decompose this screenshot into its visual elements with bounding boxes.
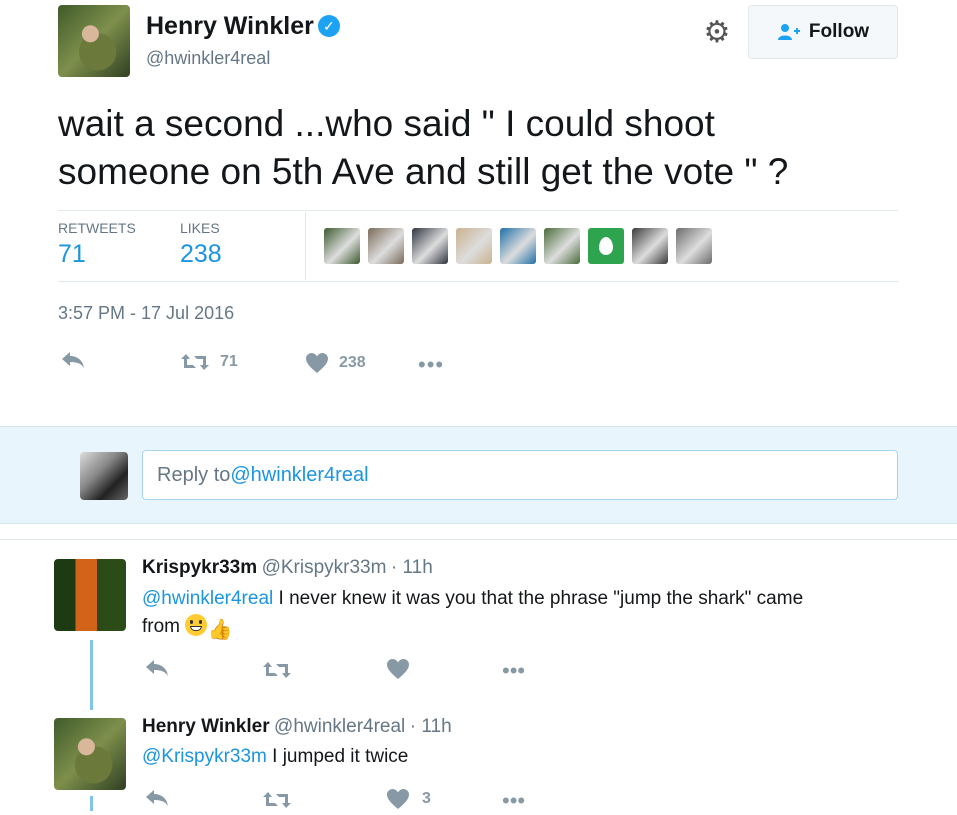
more-options-icon[interactable]: ••• xyxy=(418,352,444,378)
reply-icon[interactable] xyxy=(144,788,170,814)
reply-mention[interactable]: @hwinkler4real xyxy=(142,588,273,609)
thread-line xyxy=(90,796,93,811)
liker-avatar[interactable] xyxy=(588,228,624,264)
reply-text-line1: I never knew it was you that the phrase … xyxy=(273,588,804,609)
reply-time[interactable]: · 11h xyxy=(391,557,433,578)
reply-author-name[interactable]: Henry Winkler xyxy=(142,716,270,737)
reply-text-line2: from xyxy=(142,616,186,637)
reply-icon[interactable] xyxy=(144,658,170,684)
divider xyxy=(58,210,898,211)
liker-avatar[interactable] xyxy=(632,228,668,264)
tweet-text-line1: wait a second ...who said " I could shoo… xyxy=(58,103,715,144)
retweets-count[interactable]: 71 xyxy=(58,240,136,269)
like-count: 238 xyxy=(339,354,366,371)
thumbs-up-emoji-icon: 👍 xyxy=(207,619,233,641)
liker-avatars xyxy=(324,228,712,264)
reply-text: @hwinkler4real I never knew it was you t… xyxy=(142,585,902,641)
add-user-icon xyxy=(777,24,800,40)
reply-mention[interactable]: @Krispykr33m xyxy=(142,746,267,767)
like-count: 3 xyxy=(422,790,431,807)
heart-icon xyxy=(306,353,328,373)
retweet-count: 71 xyxy=(220,353,238,370)
reply-header: Henry Winkler @hwinkler4real · 11h xyxy=(142,716,452,738)
more-options-icon[interactable]: ••• xyxy=(502,788,525,814)
liker-avatar[interactable] xyxy=(456,228,492,264)
reply-time[interactable]: · 11h xyxy=(410,716,452,737)
retweets-label: RETWEETS xyxy=(58,220,136,236)
heart-icon xyxy=(387,659,409,679)
thread-line xyxy=(90,640,93,710)
reply-author-handle[interactable]: @hwinkler4real xyxy=(274,716,405,737)
divider xyxy=(0,539,957,540)
gear-icon[interactable]: ⚙ xyxy=(702,18,732,48)
reply-header: Krispykr33m @Krispykr33m · 11h xyxy=(142,557,433,579)
reply-mention: @hwinkler4real xyxy=(230,463,369,486)
reply-avatar-krispykr33m[interactable] xyxy=(54,559,126,631)
liker-avatar[interactable] xyxy=(324,228,360,264)
reply-author-handle[interactable]: @Krispykr33m xyxy=(262,557,387,578)
current-user-avatar[interactable] xyxy=(80,452,128,500)
egg-icon xyxy=(599,237,613,255)
tweet-text: wait a second ...who said " I could shoo… xyxy=(58,100,788,196)
like-button[interactable]: 238 xyxy=(305,352,366,374)
grinning-emoji-icon xyxy=(185,614,208,636)
tweet-timestamp[interactable]: 3:57 PM - 17 Jul 2016 xyxy=(58,303,234,324)
divider xyxy=(58,281,898,282)
liker-avatar[interactable] xyxy=(544,228,580,264)
reply-avatar-henry-winkler[interactable] xyxy=(54,718,126,790)
retweets-stat[interactable]: RETWEETS 71 xyxy=(58,220,136,269)
author-handle[interactable]: @hwinkler4real xyxy=(146,48,270,69)
reply-prefix: Reply to xyxy=(157,463,231,486)
stats-divider xyxy=(305,212,306,280)
reply-icon[interactable] xyxy=(60,350,86,376)
liker-avatar[interactable] xyxy=(500,228,536,264)
retweet-icon xyxy=(181,354,209,370)
author-name[interactable]: Henry Winkler xyxy=(146,12,314,40)
more-options-icon[interactable]: ••• xyxy=(502,658,525,684)
liker-avatar[interactable] xyxy=(676,228,712,264)
likes-label: LIKES xyxy=(180,220,220,236)
follow-button[interactable]: Follow xyxy=(748,5,898,59)
follow-label: Follow xyxy=(808,21,870,42)
likes-count[interactable]: 238 xyxy=(180,240,222,269)
like-button[interactable]: 3 xyxy=(386,788,431,810)
retweet-button[interactable] xyxy=(262,660,292,685)
tweet-text-line2: someone on 5th Ave and still get the vot… xyxy=(58,151,789,192)
retweet-button[interactable]: 71 xyxy=(180,352,238,372)
liker-avatar[interactable] xyxy=(368,228,404,264)
liker-avatar[interactable] xyxy=(412,228,448,264)
reply-input[interactable]: Reply to @hwinkler4real xyxy=(142,450,898,500)
retweet-icon xyxy=(263,792,291,808)
reply-author-name[interactable]: Krispykr33m xyxy=(142,557,257,578)
likes-stat[interactable]: LIKES 238 xyxy=(180,220,222,269)
reply-text-line1: I jumped it twice xyxy=(266,746,409,767)
retweet-icon xyxy=(263,662,291,678)
author-name-row[interactable]: Henry Winkler ✓ xyxy=(146,12,340,41)
verified-badge-icon: ✓ xyxy=(317,15,340,37)
author-avatar[interactable] xyxy=(58,5,130,77)
reply-text: @Krispykr33m I jumped it twice xyxy=(142,743,408,771)
like-button[interactable] xyxy=(386,658,410,685)
retweet-button[interactable] xyxy=(262,790,292,815)
heart-icon xyxy=(387,789,409,809)
